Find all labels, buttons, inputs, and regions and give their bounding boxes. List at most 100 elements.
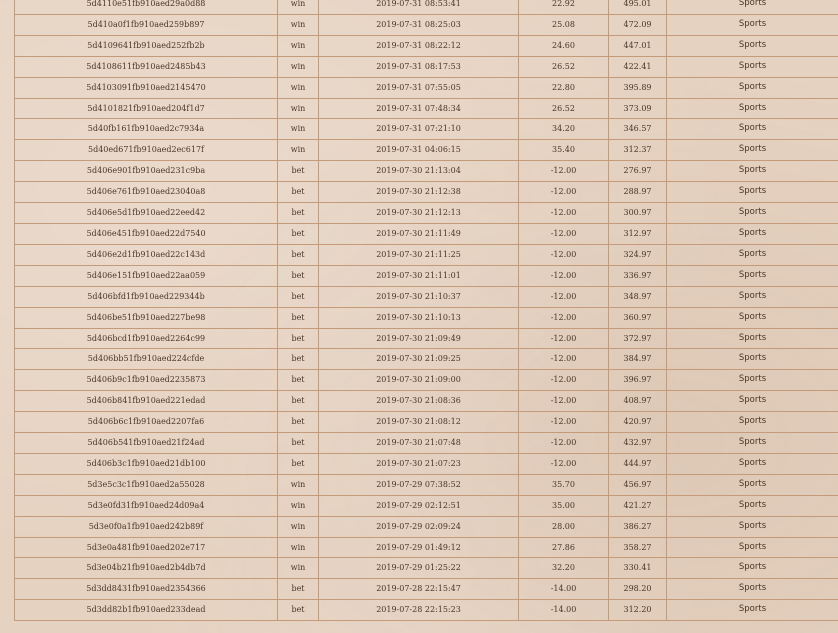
transaction-type-cell: bet bbox=[277, 432, 319, 454]
transaction-category-cell: Sports bbox=[666, 578, 838, 601]
transaction-amount-cell: 32.20 bbox=[518, 557, 609, 580]
transaction-date-cell: 2019-07-29 01:49:12 bbox=[318, 536, 519, 559]
transaction-category-cell: Sports bbox=[666, 348, 838, 371]
transaction-date-cell: 2019-07-30 21:09:25 bbox=[318, 348, 519, 371]
table-row: 5d406e2d1fb910aed22c143d bet 2019-07-30 21… bbox=[14, 243, 838, 266]
transaction-id-cell: 5d3e04b21fb910aed2b4db7d bbox=[14, 557, 278, 580]
transaction-amount-cell: -12.00 bbox=[518, 160, 609, 183]
transaction-id-cell: 5d3e0a481fb910aed202e717 bbox=[14, 536, 278, 559]
table-row: 5d406e151fb910aed22aa059 bet 2019-07-30 21… bbox=[14, 264, 838, 287]
transaction-balance-cell: 422.41 bbox=[608, 55, 667, 78]
transaction-type-cell: bet bbox=[277, 306, 319, 329]
transaction-id-cell: 5d406b841fb910aed221edad bbox=[14, 390, 278, 413]
transaction-category-cell: Sports bbox=[666, 264, 838, 287]
transaction-id-cell: 5d410a0f1fb910aed259b897 bbox=[14, 13, 278, 36]
transaction-balance-cell: 358.27 bbox=[608, 536, 667, 559]
transaction-type-cell: bet bbox=[277, 160, 319, 183]
transaction-category-cell: Sports bbox=[666, 369, 838, 392]
table-row: 5d3e0a481fb910aed202e717 win 2019-07-29 01… bbox=[14, 536, 838, 559]
transaction-type-cell: win bbox=[277, 515, 319, 538]
transaction-id-cell: 5d406b9c1fb910aed2235873 bbox=[14, 369, 278, 392]
transaction-id-cell: 5d406bb51fb910aed224cfde bbox=[14, 348, 278, 371]
transaction-id-cell: 5d406be51fb910aed227be98 bbox=[14, 306, 278, 329]
table-row: 5d4108611fb910aed2485b43 win 2019-07-31 08… bbox=[14, 55, 838, 78]
table-row: 5d3e5c3c1fb910aed2a55028 win 2019-07-29 07… bbox=[14, 473, 838, 496]
table-row: 5d406bfd1fb910aed229344b bet 2019-07-30 21… bbox=[14, 285, 838, 308]
transaction-date-cell: 2019-07-31 08:22:12 bbox=[318, 34, 519, 57]
transaction-type-cell: bet bbox=[277, 578, 319, 601]
transaction-type-cell: bet bbox=[277, 181, 319, 204]
transaction-id-cell: 5d4109641fb910aed252fb2b bbox=[14, 34, 278, 57]
transaction-balance-cell: 298.20 bbox=[608, 578, 667, 601]
transaction-balance-cell: 408.97 bbox=[608, 390, 667, 413]
transaction-amount-cell: -12.00 bbox=[518, 411, 609, 434]
transaction-date-cell: 2019-07-30 21:11:49 bbox=[318, 222, 519, 245]
transaction-balance-cell: 420.97 bbox=[608, 411, 667, 434]
transaction-type-cell: bet bbox=[277, 411, 319, 434]
transaction-date-cell: 2019-07-30 21:07:48 bbox=[318, 432, 519, 454]
table-row: 5d406bcd1fb910aed2264c99 bet 2019-07-30 21… bbox=[14, 327, 838, 350]
transaction-id-cell: 5d406b6c1fb910aed2207fa6 bbox=[14, 411, 278, 434]
transaction-id-cell: 5d406b3c1fb910aed21db100 bbox=[14, 452, 278, 475]
transaction-amount-cell: -14.00 bbox=[518, 599, 609, 622]
transaction-id-cell: 5d406b541fb910aed21f24ad bbox=[14, 432, 278, 454]
transaction-balance-cell: 300.97 bbox=[608, 202, 667, 224]
transaction-id-cell: 5d4110e51fb910aed29a0d88 bbox=[14, 0, 278, 15]
table-row: 5d406e901fb910aed231c9ba bet 2019-07-30 21… bbox=[14, 160, 838, 183]
transaction-balance-cell: 395.89 bbox=[608, 76, 667, 99]
transaction-category-cell: Sports bbox=[666, 139, 838, 162]
transaction-category-cell: Sports bbox=[666, 411, 838, 434]
transaction-date-cell: 2019-07-28 22:15:47 bbox=[318, 578, 519, 601]
transaction-date-cell: 2019-07-30 21:12:38 bbox=[318, 181, 519, 204]
transaction-date-cell: 2019-07-30 21:07:23 bbox=[318, 452, 519, 475]
transaction-date-cell: 2019-07-29 07:38:52 bbox=[318, 473, 519, 496]
transaction-category-cell: Sports bbox=[666, 432, 838, 454]
transaction-id-cell: 5d406e761fb910aed23040a8 bbox=[14, 181, 278, 204]
transaction-balance-cell: 360.97 bbox=[608, 306, 667, 329]
transaction-balance-cell: 324.97 bbox=[608, 243, 667, 266]
transaction-amount-cell: -12.00 bbox=[518, 348, 609, 371]
transaction-balance-cell: 312.20 bbox=[608, 599, 667, 622]
transaction-category-cell: Sports bbox=[666, 327, 838, 350]
transaction-category-cell: Sports bbox=[666, 97, 838, 120]
transaction-date-cell: 2019-07-30 21:08:36 bbox=[318, 390, 519, 413]
table-row: 5d4103091fb910aed2145470 win 2019-07-31 07… bbox=[14, 76, 838, 99]
table-row: 5d40fb161fb910aed2c7934a win 2019-07-31 07… bbox=[14, 118, 838, 141]
transaction-balance-cell: 373.09 bbox=[608, 97, 667, 120]
transaction-id-cell: 5d4101821fb910aed204f1d7 bbox=[14, 97, 278, 120]
transaction-date-cell: 2019-07-30 21:12:13 bbox=[318, 202, 519, 224]
transaction-amount-cell: -12.00 bbox=[518, 202, 609, 224]
transaction-amount-cell: -12.00 bbox=[518, 306, 609, 329]
table-row: 5d3e04b21fb910aed2b4db7d win 2019-07-29 01… bbox=[14, 557, 838, 580]
transaction-type-cell: win bbox=[277, 139, 319, 162]
transaction-amount-cell: -12.00 bbox=[518, 369, 609, 392]
transaction-type-cell: win bbox=[277, 13, 319, 36]
transaction-category-cell: Sports bbox=[666, 243, 838, 266]
transaction-category-cell: Sports bbox=[666, 76, 838, 99]
transaction-date-cell: 2019-07-30 21:13:04 bbox=[318, 160, 519, 183]
transaction-balance-cell: 372.97 bbox=[608, 327, 667, 350]
transaction-category-cell: Sports bbox=[666, 599, 838, 622]
transaction-type-cell: bet bbox=[277, 390, 319, 413]
transaction-type-cell: win bbox=[277, 34, 319, 57]
transaction-date-cell: 2019-07-30 21:11:01 bbox=[318, 264, 519, 287]
transaction-amount-cell: -12.00 bbox=[518, 222, 609, 245]
transactions-table: 5d4110e51fb910aed29a0d88 win 2019-07-31 08… bbox=[14, 0, 838, 622]
transaction-date-cell: 2019-07-29 02:09:24 bbox=[318, 515, 519, 538]
transaction-balance-cell: 495.01 bbox=[608, 0, 667, 15]
transaction-id-cell: 5d3e0f0a1fb910aed242b89f bbox=[14, 515, 278, 538]
transaction-balance-cell: 276.97 bbox=[608, 160, 667, 183]
transaction-amount-cell: 26.52 bbox=[518, 97, 609, 120]
transaction-type-cell: win bbox=[277, 76, 319, 99]
transaction-date-cell: 2019-07-30 21:08:12 bbox=[318, 411, 519, 434]
transaction-date-cell: 2019-07-30 21:10:13 bbox=[318, 306, 519, 329]
transaction-id-cell: 5d406bfd1fb910aed229344b bbox=[14, 285, 278, 308]
table-row: 5d3dd82b1fb910aed233dead bet 2019-07-28 22… bbox=[14, 599, 838, 622]
transaction-id-cell: 5d40ed671fb910aed2ec617f bbox=[14, 139, 278, 162]
transaction-amount-cell: 34.20 bbox=[518, 118, 609, 141]
transaction-balance-cell: 312.97 bbox=[608, 222, 667, 245]
table-row: 5d406b541fb910aed21f24ad bet 2019-07-30 21… bbox=[14, 432, 838, 454]
transaction-amount-cell: -14.00 bbox=[518, 578, 609, 601]
transaction-id-cell: 5d406bcd1fb910aed2264c99 bbox=[14, 327, 278, 350]
transaction-balance-cell: 384.97 bbox=[608, 348, 667, 371]
